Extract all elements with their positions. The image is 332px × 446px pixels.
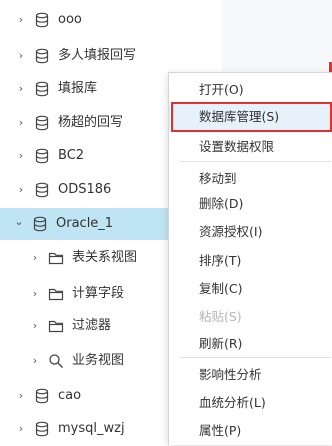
menu-item-label: 删除(D) <box>199 196 244 211</box>
expand-chevron-icon[interactable]: › <box>16 183 26 197</box>
folder-icon <box>48 288 64 301</box>
database-icon <box>35 182 49 198</box>
expand-chevron-icon[interactable]: › <box>16 82 26 96</box>
database-icon <box>35 421 49 437</box>
tree-item-label: 填报库 <box>58 81 98 96</box>
database-icon <box>35 115 49 131</box>
menu-item-copy[interactable]: 复制(C) <box>169 274 332 304</box>
tree-item-label: cao <box>58 388 82 403</box>
tree-item-label: 多人填报回写 <box>58 48 137 63</box>
tree-item-multi-fill-writeback[interactable]: › 多人填报回写 <box>0 40 222 72</box>
database-icon <box>35 81 49 97</box>
menu-item-label: 血统分析(L) <box>199 395 266 410</box>
tree-item-label: 表关系视图 <box>72 250 138 265</box>
database-icon <box>35 388 49 404</box>
tree-item-label: ODS186 <box>58 182 112 197</box>
tree-item-label: Oracle_1 <box>56 216 114 231</box>
menu-item-sort[interactable]: 排序(T) <box>169 246 332 276</box>
menu-item-label: 刷新(R) <box>199 336 243 351</box>
menu-separator <box>179 161 331 162</box>
menu-item-paste: 粘贴(S) <box>169 302 332 332</box>
menu-item-impact-analysis[interactable]: 影响性分析 <box>169 360 332 390</box>
tree-item-label: ooo <box>58 12 82 27</box>
menu-item-label: 移动到 <box>199 171 237 186</box>
expand-chevron-icon[interactable]: › <box>30 251 40 265</box>
expand-chevron-icon[interactable]: › <box>16 389 26 403</box>
menu-item-lineage-analysis[interactable]: 血统分析(L) <box>169 388 332 418</box>
menu-item-label: 数据库管理(S) <box>199 109 280 124</box>
expand-chevron-icon[interactable]: › <box>16 13 26 27</box>
expand-chevron-icon[interactable]: › <box>16 422 26 436</box>
menu-item-resource-authorization[interactable]: 资源授权(I) <box>169 217 332 247</box>
tree-item-label: 计算字段 <box>72 286 125 301</box>
search-icon <box>49 354 63 368</box>
tree-item-label: mysql_wzj <box>58 421 125 436</box>
folder-icon <box>48 252 64 265</box>
menu-item-refresh[interactable]: 刷新(R) <box>169 329 332 359</box>
tree-item-label: 杨超的回写 <box>58 115 124 130</box>
tree-item-label: 过滤器 <box>72 318 112 333</box>
collapse-chevron-icon[interactable]: ⌄ <box>14 215 24 229</box>
menu-item-label: 资源授权(I) <box>199 224 263 239</box>
menu-item-label: 影响性分析 <box>199 367 262 382</box>
menu-item-delete[interactable]: 删除(D) <box>169 189 332 219</box>
tree-item-ooo[interactable]: › ooo <box>0 4 222 36</box>
menu-separator <box>179 357 331 358</box>
menu-item-label: 设置数据权限 <box>199 139 275 154</box>
menu-item-database-management[interactable]: 数据库管理(S) <box>169 102 332 132</box>
database-icon <box>35 148 49 164</box>
database-icon <box>35 12 49 28</box>
expand-chevron-icon[interactable]: › <box>16 116 26 130</box>
database-icon <box>33 216 47 232</box>
menu-item-label: 粘贴(S) <box>199 309 242 324</box>
menu-item-open[interactable]: 打开(O) <box>169 75 332 105</box>
menu-item-set-data-permission[interactable]: 设置数据权限 <box>169 132 332 162</box>
folder-icon <box>48 320 64 333</box>
database-icon <box>35 48 49 64</box>
expand-chevron-icon[interactable]: › <box>16 49 26 63</box>
context-menu: 打开(O) 数据库管理(S) 设置数据权限 移动到 删除(D) 资源授权(I) … <box>168 72 332 445</box>
menu-item-properties[interactable]: 属性(P) <box>169 416 332 446</box>
tree-item-label: 业务视图 <box>72 353 125 368</box>
expand-chevron-icon[interactable]: › <box>30 319 40 333</box>
expand-chevron-icon[interactable]: › <box>30 354 40 368</box>
menu-item-label: 属性(P) <box>199 423 242 438</box>
menu-item-label: 复制(C) <box>199 281 243 296</box>
menu-item-label: 排序(T) <box>199 253 242 268</box>
expand-chevron-icon[interactable]: › <box>16 149 26 163</box>
menu-item-label: 打开(O) <box>199 82 244 97</box>
expand-chevron-icon[interactable]: › <box>30 287 40 301</box>
tree-item-label: BC2 <box>58 148 85 163</box>
